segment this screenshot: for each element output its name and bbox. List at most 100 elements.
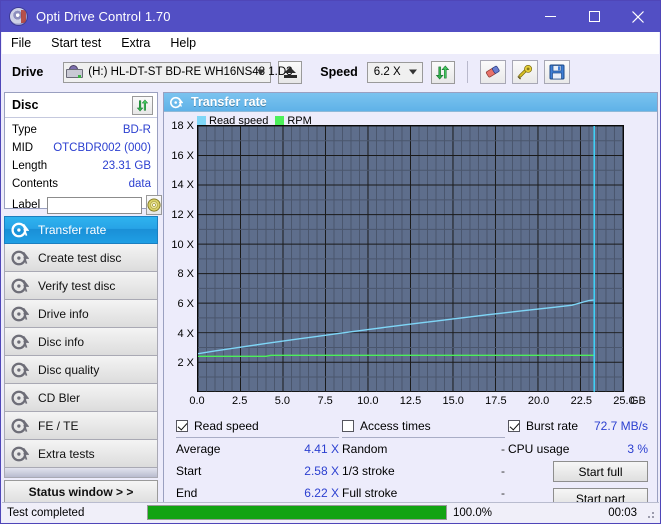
- y-tick-label: 14 X: [164, 179, 194, 191]
- stat-row-third-stroke: 1/3 stroke -: [342, 460, 505, 482]
- erase-button[interactable]: [480, 60, 506, 84]
- elapsed-time: 00:03: [608, 507, 637, 519]
- status-message: Test completed: [7, 507, 147, 519]
- save-button[interactable]: [544, 60, 570, 84]
- disc-label-input[interactable]: [47, 197, 142, 214]
- sidebar-item-extra-tests[interactable]: Extra tests: [4, 440, 158, 468]
- x-tick-label: 12.5: [400, 395, 421, 407]
- menu-bar: File Start test Extra Help: [2, 32, 659, 54]
- save-icon: [549, 64, 565, 80]
- disc-row-mid: MID OTCBDR002 (000): [5, 139, 157, 157]
- sidebar-item-label: Transfer rate: [38, 223, 106, 237]
- read-speed-checkbox[interactable]: [176, 420, 188, 432]
- burst-rate-checkbox-row[interactable]: Burst rate 72.7 MB/s: [508, 417, 648, 434]
- disc-test-icon: [11, 333, 29, 351]
- close-icon[interactable]: [616, 1, 660, 32]
- drive-label: Drive: [12, 65, 43, 79]
- disc-row-length: Length 23.31 GB: [5, 157, 157, 175]
- speed-select[interactable]: 6.2 X: [367, 62, 423, 83]
- stat-row-random: Random -: [342, 438, 505, 460]
- sidebar-item-label: Create test disc: [38, 251, 121, 265]
- disc-icon: [10, 8, 27, 25]
- disc-key: Type: [12, 124, 37, 136]
- read-speed-stats: Read speed Average 4.41 X Start 2.58 X E…: [176, 417, 339, 504]
- stat-key: Average: [176, 442, 220, 456]
- drive-icon: [66, 65, 83, 79]
- x-tick-label: 0.0: [189, 395, 204, 407]
- disc-row-type: Type BD-R: [5, 121, 157, 139]
- transfer-rate-plot[interactable]: [197, 125, 624, 392]
- start-full-button[interactable]: Start full: [553, 461, 648, 482]
- disc-value: 23.31 GB: [102, 160, 151, 172]
- sidebar-item-create-test-disc[interactable]: Create test disc: [4, 244, 158, 272]
- access-times-checkbox-row[interactable]: Access times: [342, 417, 505, 434]
- menu-item-extra[interactable]: Extra: [121, 36, 150, 50]
- resize-grip[interactable]: [644, 508, 656, 520]
- x-axis-unit-label: GB: [630, 395, 646, 407]
- refresh-drive-button[interactable]: [431, 61, 455, 84]
- left-column: Disc Type BD-R MID OTCBDR002 (000) Lengt…: [2, 92, 160, 508]
- tools-icon: [516, 64, 534, 80]
- sidebar-item-label: FE / TE: [38, 419, 78, 433]
- disc-info-panel: Disc Type BD-R MID OTCBDR002 (000) Lengt…: [4, 92, 158, 209]
- refresh-icon: [136, 99, 149, 112]
- eject-icon: [284, 67, 297, 78]
- drive-select[interactable]: (H:) HL-DT-ST BD-RE WH16NS48 1.D3: [63, 62, 271, 83]
- access-times-stats: Access times Random - 1/3 stroke - Full …: [342, 417, 505, 504]
- burst-rate-label: Burst rate: [526, 419, 578, 433]
- window-controls: [528, 1, 660, 32]
- menu-item-start-test[interactable]: Start test: [51, 36, 101, 50]
- menu-item-help[interactable]: Help: [170, 36, 196, 50]
- sidebar-item-label: Disc info: [38, 335, 84, 349]
- chart-area: Read speed RPM 2 X4 X6 X8 X10 X12 X14 X1…: [164, 112, 657, 417]
- disc-test-icon: [11, 445, 29, 463]
- disc-row-label: Label: [5, 193, 157, 217]
- sidebar-item-label: Extra tests: [38, 447, 95, 461]
- drive-toolbar: Drive (H:) HL-DT-ST BD-RE WH16NS48 1.D3 …: [2, 54, 659, 90]
- stat-value: 4.41 X: [304, 442, 339, 456]
- disc-test-icon: [170, 96, 183, 109]
- sidebar-item-transfer-rate[interactable]: Transfer rate: [4, 216, 158, 244]
- status-bar: Test completed 100.0% 00:03: [2, 502, 659, 522]
- disc-panel-header: Disc: [5, 93, 157, 118]
- disc-test-icon: [11, 361, 29, 379]
- burst-rate-checkbox[interactable]: [508, 420, 520, 432]
- sidebar-item-cd-bler[interactable]: CD Bler: [4, 384, 158, 412]
- disc-test-icon: [11, 221, 29, 239]
- app-window: Opti Drive Control 1.70 File Start test …: [0, 0, 661, 524]
- read-speed-checkbox-row[interactable]: Read speed: [176, 417, 339, 434]
- stats-area: Read speed Average 4.41 X Start 2.58 X E…: [164, 417, 657, 507]
- refresh-disc-button[interactable]: [132, 96, 153, 115]
- x-tick-label: 10.0: [357, 395, 378, 407]
- sidebar-item-label: Drive info: [38, 307, 89, 321]
- sidebar-item-drive-info[interactable]: Drive info: [4, 300, 158, 328]
- status-window-button[interactable]: Status window > >: [4, 480, 158, 504]
- sidebar-item-disc-quality[interactable]: Disc quality: [4, 356, 158, 384]
- stat-value: -: [501, 442, 505, 456]
- disc-value: OTCBDR002 (000): [53, 142, 151, 154]
- eraser-icon: [484, 64, 502, 80]
- disc-icon: [147, 198, 161, 212]
- y-tick-label: 2 X: [164, 357, 194, 369]
- stat-key: Full stroke: [342, 486, 397, 500]
- stat-value: 3 %: [627, 442, 648, 456]
- legend-swatch-rpm: [275, 116, 284, 125]
- menu-item-file[interactable]: File: [11, 36, 31, 50]
- sidebar-item-disc-info[interactable]: Disc info: [4, 328, 158, 356]
- maximize-icon[interactable]: [572, 1, 616, 32]
- disc-test-icon: [11, 305, 29, 323]
- stat-value: -: [501, 464, 505, 478]
- stat-key: 1/3 stroke: [342, 464, 395, 478]
- sidebar-item-fe-te[interactable]: FE / TE: [4, 412, 158, 440]
- minimize-icon[interactable]: [528, 1, 572, 32]
- stat-key: CPU usage: [508, 442, 569, 456]
- y-tick-label: 16 X: [164, 150, 194, 162]
- sidebar-item-label: Verify test disc: [38, 279, 115, 293]
- y-tick-label: 4 X: [164, 328, 194, 340]
- access-times-checkbox[interactable]: [342, 420, 354, 432]
- disc-label-button[interactable]: [146, 195, 162, 215]
- tools-button[interactable]: [512, 60, 538, 84]
- y-tick-label: 18 X: [164, 120, 194, 132]
- stat-row-end: End 6.22 X: [176, 482, 339, 504]
- sidebar-item-verify-test-disc[interactable]: Verify test disc: [4, 272, 158, 300]
